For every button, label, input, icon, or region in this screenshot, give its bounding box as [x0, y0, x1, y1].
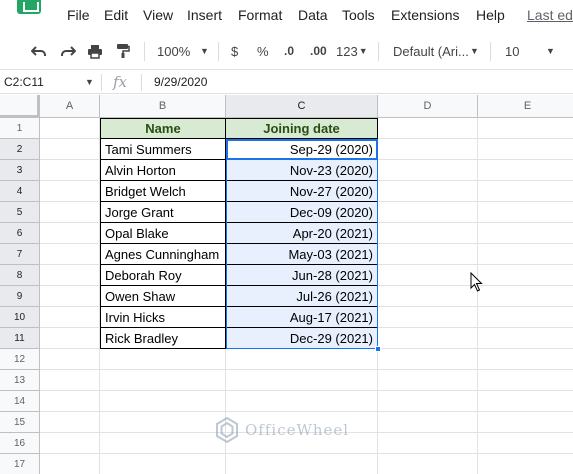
table-header-date[interactable]: Joining date	[226, 118, 378, 139]
formula-divider	[101, 74, 102, 91]
column-header-c[interactable]: C	[226, 95, 378, 118]
format-percent-button[interactable]: %	[257, 41, 269, 61]
row-header[interactable]: 7	[0, 244, 40, 265]
fx-icon: fx	[113, 73, 128, 91]
row-header[interactable]: 9	[0, 286, 40, 307]
toolbar-divider	[144, 42, 145, 61]
chevron-down-icon[interactable]: ▼	[546, 41, 555, 61]
chevron-down-icon[interactable]: ▼	[85, 77, 94, 87]
date-cell[interactable]: Sep-29 (2020)	[226, 139, 378, 160]
grid-line	[40, 453, 573, 454]
date-cell[interactable]: Dec-09 (2020)	[226, 202, 378, 223]
font-size-select[interactable]: 10	[505, 41, 519, 61]
grid-line	[40, 390, 573, 391]
paint-format-icon[interactable]	[116, 41, 130, 61]
select-all-corner[interactable]	[0, 95, 40, 118]
print-icon[interactable]	[87, 41, 103, 61]
decrease-decimal-button[interactable]: .0	[284, 41, 294, 61]
toolbar-divider	[218, 42, 219, 61]
grid-line	[40, 369, 573, 370]
date-cell[interactable]: Nov-23 (2020)	[226, 160, 378, 181]
date-cell[interactable]: May-03 (2021)	[226, 244, 378, 265]
undo-icon[interactable]	[31, 41, 47, 61]
menu-tools[interactable]: Tools	[342, 7, 375, 23]
toolbar: 100% ▼ $ % .0 .00 123 ▼ Default (Ari... ▼…	[0, 33, 573, 70]
more-formats-button[interactable]: 123 ▼	[336, 41, 368, 61]
date-cell[interactable]: Dec-29 (2021)	[226, 328, 378, 349]
column-header-b[interactable]: B	[100, 95, 226, 118]
grid-line	[40, 411, 573, 412]
menu-format[interactable]: Format	[238, 7, 282, 23]
mouse-cursor-icon	[470, 272, 483, 292]
toolbar-divider	[378, 42, 379, 61]
name-cell[interactable]: Agnes Cunningham	[100, 244, 226, 265]
fill-handle[interactable]	[375, 346, 381, 352]
font-select[interactable]: Default (Ari...	[393, 41, 469, 61]
row-header[interactable]: 13	[0, 370, 40, 391]
name-cell[interactable]: Owen Shaw	[100, 286, 226, 307]
row-header[interactable]: 3	[0, 160, 40, 181]
column-header-e[interactable]: E	[478, 95, 573, 118]
date-cell[interactable]: Aug-17 (2021)	[226, 307, 378, 328]
redo-icon[interactable]	[60, 41, 76, 61]
row-header[interactable]: 10	[0, 307, 40, 328]
row-header[interactable]: 5	[0, 202, 40, 223]
name-cell[interactable]: Rick Bradley	[100, 328, 226, 349]
menu-help[interactable]: Help	[476, 7, 505, 23]
name-box[interactable]: C2:C11	[4, 75, 44, 89]
table-header-name[interactable]: Name	[100, 118, 226, 139]
row-header[interactable]: 11	[0, 328, 40, 349]
row-header[interactable]: 16	[0, 433, 40, 454]
format-currency-button[interactable]: $	[231, 41, 238, 61]
row-header[interactable]: 14	[0, 391, 40, 412]
chevron-down-icon: ▼	[358, 46, 368, 56]
chevron-down-icon[interactable]: ▼	[200, 41, 209, 61]
name-cell[interactable]: Opal Blake	[100, 223, 226, 244]
row-header[interactable]: 17	[0, 454, 40, 474]
row-header[interactable]: 15	[0, 412, 40, 433]
zoom-select[interactable]: 100%	[157, 41, 190, 61]
more-formats-label: 123	[336, 43, 358, 59]
name-cell[interactable]: Alvin Horton	[100, 160, 226, 181]
name-cell[interactable]: Deborah Roy	[100, 265, 226, 286]
row-header[interactable]: 6	[0, 223, 40, 244]
menu-bar: File Edit View Insert Format Data Tools …	[0, 0, 573, 32]
row-header[interactable]: 1	[0, 118, 40, 139]
sheets-logo-icon[interactable]	[17, 0, 41, 14]
formula-bar: C2:C11 ▼ fx 9/29/2020	[0, 71, 573, 94]
watermark-logo: OfficeWheel	[215, 417, 349, 443]
date-cell[interactable]: Apr-20 (2021)	[226, 223, 378, 244]
row-header[interactable]: 12	[0, 349, 40, 370]
name-cell[interactable]: Irvin Hicks	[100, 307, 226, 328]
officewheel-logo-icon	[216, 417, 238, 443]
formula-input[interactable]: 9/29/2020	[154, 75, 207, 89]
column-header-a[interactable]: A	[40, 95, 100, 118]
chevron-down-icon[interactable]: ▼	[470, 41, 479, 61]
column-header-d[interactable]: D	[378, 95, 478, 118]
last-edit-link[interactable]: Last ed	[527, 7, 573, 23]
date-cell[interactable]: Nov-27 (2020)	[226, 181, 378, 202]
grid-line	[477, 118, 478, 474]
menu-data[interactable]: Data	[298, 7, 328, 23]
menu-extensions[interactable]: Extensions	[391, 7, 459, 23]
row-header[interactable]: 8	[0, 265, 40, 286]
menu-file[interactable]: File	[67, 7, 90, 23]
date-cell[interactable]: Jul-26 (2021)	[226, 286, 378, 307]
watermark-text: OfficeWheel	[245, 421, 350, 439]
formula-divider	[141, 74, 142, 91]
menu-edit[interactable]: Edit	[104, 7, 128, 23]
toolbar-divider	[490, 42, 491, 61]
name-cell[interactable]: Bridget Welch	[100, 181, 226, 202]
menu-view[interactable]: View	[143, 7, 173, 23]
row-header[interactable]: 2	[0, 139, 40, 160]
spreadsheet-grid[interactable]: A B C D E 1 2 3 4 5 6 7 8 9 10 11 12 13 14 15 16 17 Name…	[0, 95, 573, 474]
menu-insert[interactable]: Insert	[187, 7, 222, 23]
name-cell[interactable]: Jorge Grant	[100, 202, 226, 223]
name-cell[interactable]: Tami Summers	[100, 139, 226, 160]
increase-decimal-button[interactable]: .00	[310, 41, 327, 61]
row-header[interactable]: 4	[0, 181, 40, 202]
date-cell[interactable]: Jun-28 (2021)	[226, 265, 378, 286]
